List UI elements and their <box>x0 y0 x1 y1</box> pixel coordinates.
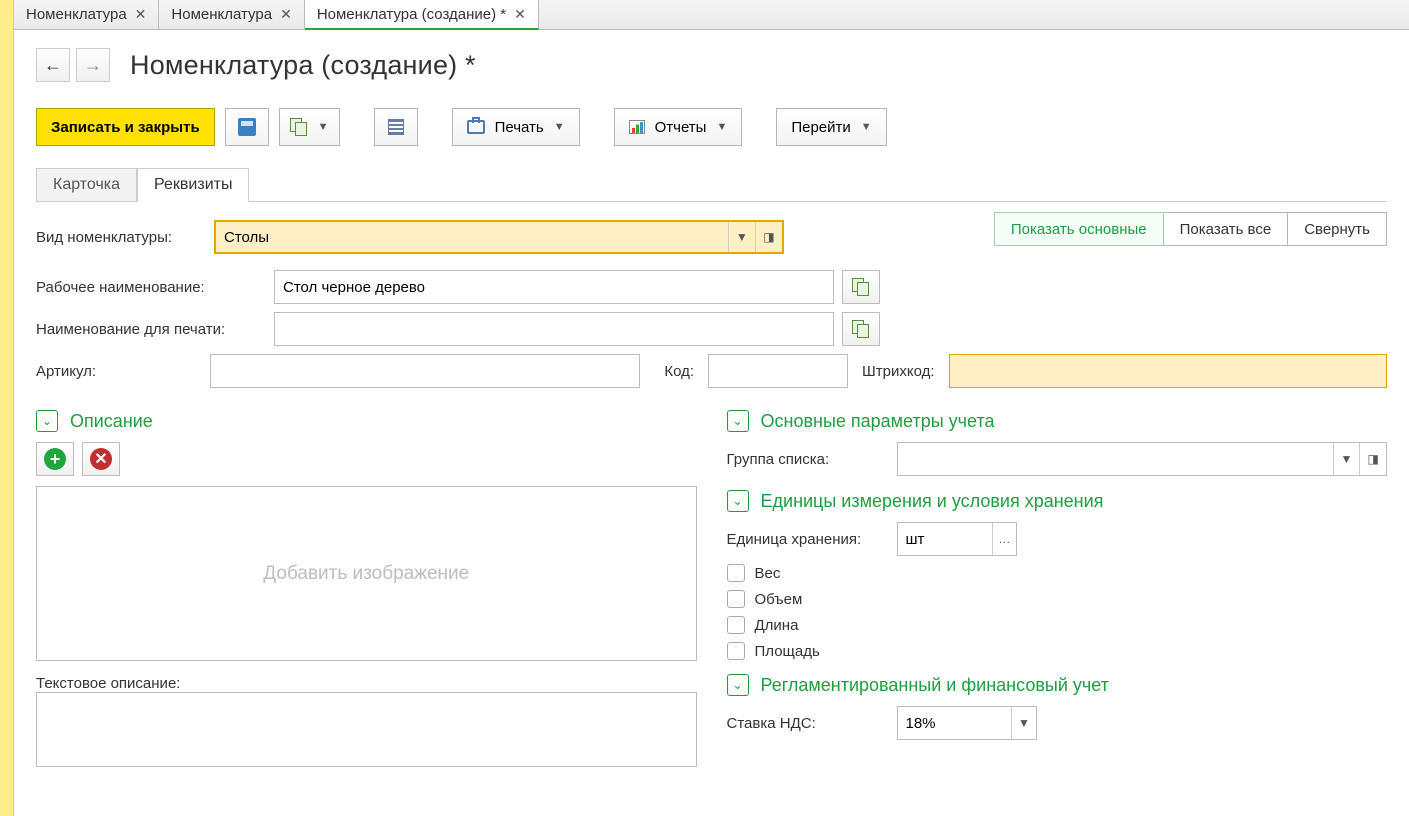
close-icon: ✕ <box>90 448 112 470</box>
save-close-label: Записать и закрыть <box>51 119 200 136</box>
section-description-title: Описание <box>70 411 153 432</box>
app-tab-bar: Номенклатура ✕ Номенклатура ✕ Номенклату… <box>14 0 1409 30</box>
code-label: Код: <box>654 363 694 380</box>
open-icon[interactable]: ◨ <box>755 222 782 252</box>
close-icon[interactable]: ✕ <box>514 6 526 23</box>
list-group-combo[interactable]: ▼ ◨ <box>897 442 1388 476</box>
plus-icon: + <box>44 448 66 470</box>
copy-icon <box>852 278 870 296</box>
print-name-label: Наименование для печати: <box>36 321 266 338</box>
nav-back-button[interactable]: ← <box>36 48 70 82</box>
storage-unit-combo[interactable]: … <box>897 522 1017 556</box>
code-input[interactable] <box>708 354 848 388</box>
kind-combo[interactable]: ▼ ◨ <box>214 220 784 254</box>
tab-requisites[interactable]: Реквизиты <box>137 168 249 202</box>
list-group-input[interactable] <box>898 443 1333 475</box>
print-icon <box>467 120 485 134</box>
show-all-button[interactable]: Показать все <box>1164 212 1289 246</box>
copy-icon <box>852 320 870 338</box>
weight-checkbox[interactable] <box>727 564 745 582</box>
save-icon <box>238 118 256 136</box>
section-collapse-toggle[interactable]: ⌄ <box>36 410 58 432</box>
section-collapse-toggle[interactable]: ⌄ <box>727 490 749 512</box>
text-desc-label: Текстовое описание: <box>36 675 697 692</box>
list-icon <box>388 119 404 135</box>
chevron-down-icon: ▼ <box>554 121 565 133</box>
kind-input[interactable] <box>216 222 728 252</box>
reports-button[interactable]: Отчеты ▼ <box>614 108 743 146</box>
list-group-label: Группа списка: <box>727 451 887 468</box>
work-name-input[interactable] <box>274 270 834 304</box>
yellow-sidebar <box>0 0 14 816</box>
remove-image-button[interactable]: ✕ <box>82 442 120 476</box>
copy-button[interactable]: ▼ <box>279 108 340 146</box>
copy-up-button[interactable] <box>842 312 880 346</box>
print-name-input[interactable] <box>274 312 834 346</box>
chevron-down-icon[interactable]: ▼ <box>1333 443 1360 475</box>
view-toggle: Показать основные Показать все Свернуть <box>994 212 1387 246</box>
tab-card[interactable]: Карточка <box>36 168 137 201</box>
area-checkbox[interactable] <box>727 642 745 660</box>
chevron-down-icon[interactable]: ▼ <box>1011 707 1035 739</box>
copy-down-button[interactable] <box>842 270 880 304</box>
go-button[interactable]: Перейти ▼ <box>776 108 886 146</box>
page-title: Номенклатура (создание) * <box>130 50 476 81</box>
chevron-down-icon[interactable]: ▼ <box>728 222 755 252</box>
text-desc-textarea[interactable] <box>36 692 697 767</box>
open-icon[interactable]: ◨ <box>1359 443 1386 475</box>
storage-unit-label: Единица хранения: <box>727 531 887 548</box>
length-label: Длина <box>755 617 799 634</box>
area-label: Площадь <box>755 643 820 660</box>
ellipsis-icon[interactable]: … <box>992 523 1015 555</box>
volume-label: Объем <box>755 591 803 608</box>
barcode-input[interactable] <box>949 354 1387 388</box>
app-tab-label: Номенклатура (создание) * <box>317 6 506 23</box>
section-collapse-toggle[interactable]: ⌄ <box>727 410 749 432</box>
chart-icon <box>629 120 645 134</box>
list-button[interactable] <box>374 108 418 146</box>
weight-label: Вес <box>755 565 781 582</box>
close-icon[interactable]: ✕ <box>135 6 147 23</box>
chevron-down-icon: ▼ <box>318 121 329 133</box>
print-button[interactable]: Печать ▼ <box>452 108 580 146</box>
chevron-down-icon: ▼ <box>861 121 872 133</box>
section-params-title: Основные параметры учета <box>761 411 995 432</box>
print-label: Печать <box>495 119 544 136</box>
save-close-button[interactable]: Записать и закрыть <box>36 108 215 146</box>
image-drop-area[interactable]: Добавить изображение <box>36 486 697 661</box>
save-button[interactable] <box>225 108 269 146</box>
section-units-title: Единицы измерения и условия хранения <box>761 491 1104 512</box>
close-icon[interactable]: ✕ <box>280 6 292 23</box>
app-tab-label: Номенклатура <box>26 6 127 23</box>
add-image-button[interactable]: + <box>36 442 74 476</box>
nav-forward-button[interactable]: → <box>76 48 110 82</box>
work-name-label: Рабочее наименование: <box>36 279 266 296</box>
storage-unit-input[interactable] <box>898 523 993 555</box>
section-regfin-title: Регламентированный и финансовый учет <box>761 675 1109 696</box>
copy-icon <box>290 118 308 136</box>
vat-combo[interactable]: ▼ <box>897 706 1037 740</box>
article-input[interactable] <box>210 354 640 388</box>
app-tab-2[interactable]: Номенклатура ✕ <box>159 0 304 29</box>
vat-label: Ставка НДС: <box>727 715 887 732</box>
app-tab-label: Номенклатура <box>171 6 272 23</box>
go-label: Перейти <box>791 119 850 136</box>
show-main-button[interactable]: Показать основные <box>994 212 1164 246</box>
app-tab-3[interactable]: Номенклатура (создание) * ✕ <box>305 0 539 30</box>
vat-input[interactable] <box>898 707 1012 739</box>
command-bar: Записать и закрыть ▼ Печать ▼ <box>36 108 1387 146</box>
section-collapse-toggle[interactable]: ⌄ <box>727 674 749 696</box>
article-label: Артикул: <box>36 363 106 380</box>
length-checkbox[interactable] <box>727 616 745 634</box>
reports-label: Отчеты <box>655 119 707 136</box>
chevron-down-icon: ▼ <box>716 121 727 133</box>
image-placeholder-text: Добавить изображение <box>263 563 469 585</box>
kind-label: Вид номенклатуры: <box>36 229 206 246</box>
volume-checkbox[interactable] <box>727 590 745 608</box>
collapse-button[interactable]: Свернуть <box>1288 212 1387 246</box>
barcode-label: Штрихкод: <box>862 363 935 380</box>
app-tab-1[interactable]: Номенклатура ✕ <box>14 0 159 29</box>
